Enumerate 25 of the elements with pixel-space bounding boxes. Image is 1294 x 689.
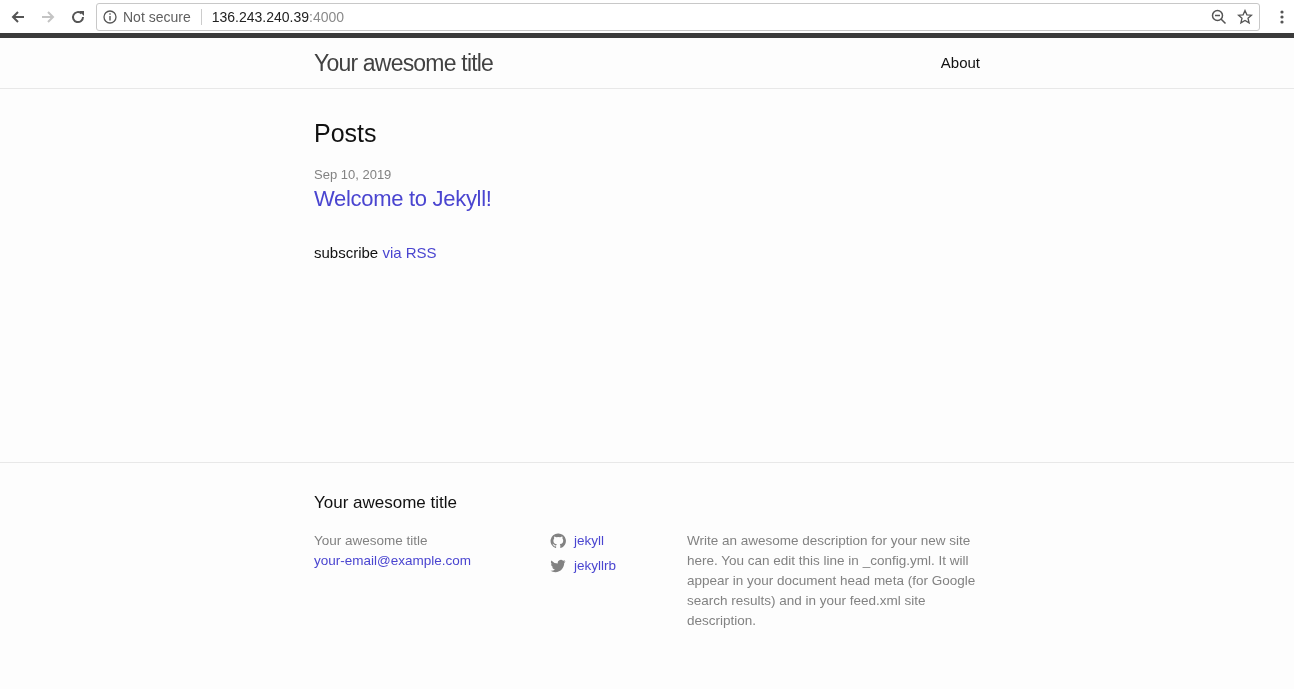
email-link[interactable]: your-email@example.com <box>314 551 471 571</box>
site-title-link[interactable]: Your awesome title <box>314 49 494 77</box>
footer-title: Your awesome title <box>314 493 458 513</box>
social-link[interactable]: jekyll <box>574 531 604 551</box>
nav-link[interactable]: About <box>940 54 980 71</box>
post-title-link[interactable]: Welcome to Jekyll! <box>314 186 980 212</box>
zoom-out-icon[interactable] <box>1211 8 1227 25</box>
rss-link[interactable]: via RSS <box>382 244 437 261</box>
address-bar[interactable]: Not secure 136.243.240.39:4000 <box>96 2 1260 31</box>
security-label: Not secure <box>123 8 191 25</box>
url-host: 136.243.240.39 <box>211 8 310 25</box>
site-description: Write an awesome description for your new site here. You can edit this line in _config.yml. It will appear in your document head meta (for Google search results) and in your feed.xml site description. <box>687 532 977 630</box>
post-date: Sep 10, 2019 <box>314 167 393 182</box>
url-port: :4000 <box>309 8 345 25</box>
footer-site-name: Your awesome title <box>314 532 428 550</box>
back-arrow-icon[interactable] <box>10 8 26 25</box>
social-link[interactable]: jekyllrb <box>574 556 616 576</box>
page-heading: Posts <box>314 119 378 148</box>
menu-icon[interactable] <box>1280 9 1284 24</box>
reload-icon[interactable] <box>70 8 86 25</box>
star-icon[interactable] <box>1237 8 1253 25</box>
subscribe-text: subscribe <box>314 244 379 261</box>
bird-icon <box>550 558 566 574</box>
github-icon <box>550 533 566 549</box>
info-icon <box>103 9 117 24</box>
